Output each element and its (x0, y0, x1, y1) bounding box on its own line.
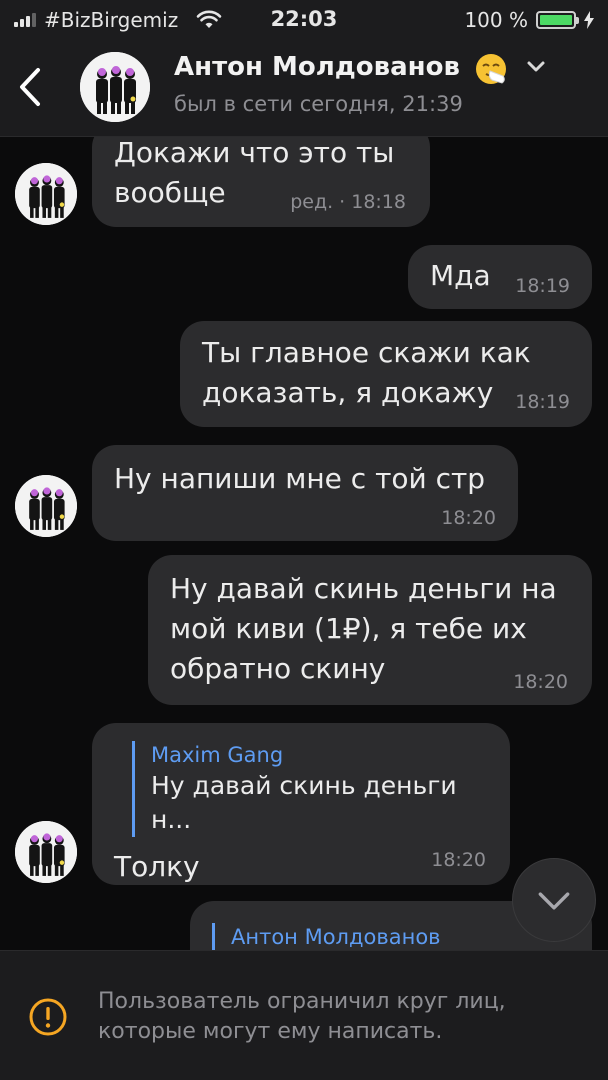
contact-avatar[interactable] (80, 52, 150, 122)
battery-icon (536, 11, 579, 29)
battery-percent: 100 % (464, 8, 528, 32)
battery-level-fill (540, 15, 572, 25)
reply-quote[interactable]: Maxim Gang Ну давай скинь деньги н... (132, 741, 488, 837)
message-text: Ну давай скинь деньги на мой киви (1₽), … (170, 572, 557, 685)
last-seen-status: был в сети сегодня, 21:39 (174, 92, 463, 116)
restriction-footer: Пользователь ограничил круг лиц, которые… (0, 950, 608, 1080)
status-bar: #BizBirgemiz 22:03 100 % (0, 0, 608, 40)
chat-header: Антон Молдованов был в сети сегодня, 21:… (0, 40, 608, 137)
message-time: 18:19 (515, 275, 570, 297)
message-time: ред. · 18:18 (290, 191, 406, 213)
message-bubble-outgoing[interactable]: Ну давай скинь деньги на мой киви (1₽), … (148, 555, 592, 705)
charging-bolt-icon (584, 11, 594, 29)
message-text: Ну напиши мне с той стр (114, 462, 486, 495)
message-list[interactable]: Докажи что это ты вообще ред. · 18:18 Мд… (0, 137, 608, 950)
sender-avatar[interactable] (15, 163, 77, 225)
chevron-down-icon[interactable] (526, 60, 546, 74)
sender-avatar[interactable] (15, 475, 77, 537)
message-time: 18:20 (431, 849, 486, 871)
warning-icon (29, 998, 67, 1036)
reply-author: Maxim Gang (151, 743, 284, 767)
contact-name[interactable]: Антон Молдованов (174, 52, 460, 82)
message-time: 18:20 (441, 507, 496, 529)
message-bubble-incoming[interactable]: Докажи что это ты вообще ред. · 18:18 (92, 137, 430, 227)
message-bubble-incoming[interactable]: Maxim Gang Ну давай скинь деньги н... То… (92, 723, 510, 885)
reply-quote[interactable]: Антон Молдованов (212, 923, 570, 950)
reply-author: Антон Молдованов (231, 925, 441, 949)
message-bubble-incoming[interactable]: Ну напиши мне с той стр 18:20 (92, 445, 518, 541)
back-button[interactable] (10, 62, 50, 112)
sneezing-face-emoji-icon (476, 54, 506, 84)
message-bubble-outgoing[interactable]: Ты главное скажи как доказать, я докажу … (180, 321, 592, 427)
reply-text: Ну давай скинь деньги н... (151, 771, 457, 834)
restriction-message: Пользователь ограничил круг лиц, которые… (98, 989, 506, 1044)
chat-screen: #BizBirgemiz 22:03 100 % Антон Молдовано… (0, 0, 608, 1080)
scroll-to-bottom-button[interactable] (512, 858, 596, 942)
sender-avatar[interactable] (15, 821, 77, 883)
chevron-down-icon (538, 892, 570, 910)
status-right: 100 % (464, 8, 594, 32)
message-time: 18:19 (515, 391, 570, 413)
message-time: 18:20 (513, 671, 568, 693)
message-bubble-outgoing[interactable]: Мда 18:19 (408, 245, 592, 309)
